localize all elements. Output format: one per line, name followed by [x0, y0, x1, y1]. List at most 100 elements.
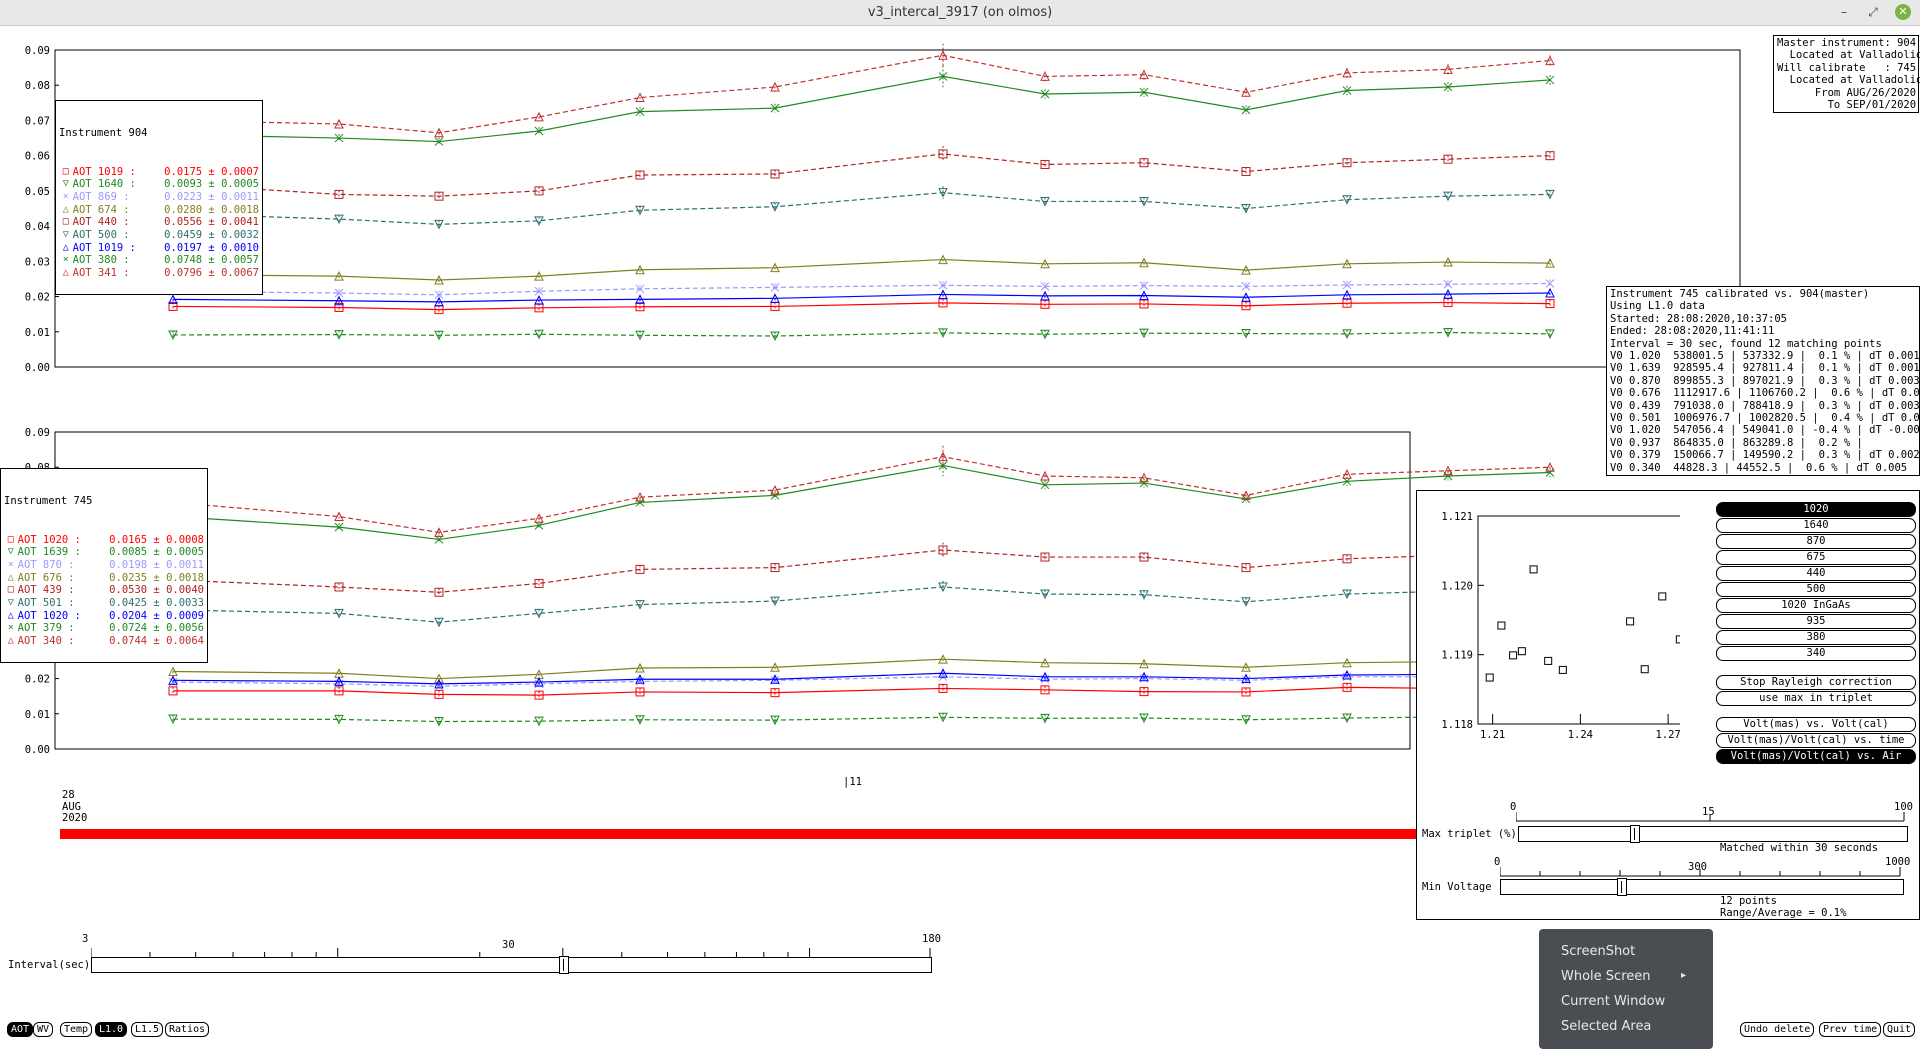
- option-button-stop-rayleigh-correction[interactable]: Stop Rayleigh correction: [1716, 675, 1916, 690]
- legend-label: AOT 1019 :: [72, 165, 136, 178]
- legend-entry: □ AOT 1020 : 0.0165 ± 0.0008: [4, 534, 204, 547]
- legend-value: 0.0223 ± 0.0011: [164, 190, 259, 203]
- interval-slider[interactable]: [91, 956, 932, 974]
- button-undo-delete[interactable]: Undo delete: [1740, 1022, 1815, 1037]
- maximize-button[interactable]: ⤢: [1865, 4, 1881, 20]
- scatter-y-tick-label: 1.118: [1441, 719, 1473, 731]
- calibration-info-line: V0 0.870 899855.3 | 897021.9 | 0.3 % | d…: [1610, 374, 1920, 387]
- series-aot-1639: [168, 712, 1555, 727]
- scatter-point[interactable]: [1509, 651, 1518, 660]
- y-tick-label: 0.00: [25, 362, 50, 374]
- legend-marker-icon: ▽: [7, 546, 14, 558]
- channel-button-340[interactable]: 340: [1716, 646, 1916, 661]
- menu-item-selected-area[interactable]: Selected Area: [1561, 1019, 1651, 1034]
- max-triplet-ticks: [1516, 812, 1905, 822]
- max-triplet-slider[interactable]: [1518, 825, 1908, 843]
- close-button[interactable]: ✕: [1895, 4, 1911, 20]
- calibration-info-line: Ended: 28:08:2020,11:41:11: [1610, 325, 1775, 338]
- y-tick-label: 0.02: [25, 292, 50, 304]
- plot-button-volt-mas-volt-cal-vs-air-mass[interactable]: Volt(mas)/Volt(cal) vs. Air Mass: [1716, 749, 1916, 775]
- legend-entry: × AOT 870 : 0.0198 ± 0.0011: [4, 559, 204, 572]
- option-button-use-max-in-triplet[interactable]: use max in triplet: [1716, 691, 1916, 706]
- legend-entry: △ AOT 676 : 0.0235 ± 0.0018: [4, 572, 204, 585]
- calibration-info-line: Using L1.0 data: [1610, 300, 1705, 313]
- legend-entry: ▽ AOT 1639 : 0.0085 ± 0.0005: [4, 546, 204, 559]
- legend-label: AOT 674 :: [72, 203, 130, 216]
- legend-value: 0.0748 ± 0.0057: [164, 254, 259, 267]
- scatter-point[interactable]: [1517, 647, 1526, 656]
- min-voltage-label: Min Voltage: [1422, 881, 1492, 893]
- legend-label: AOT 340 :: [17, 635, 75, 648]
- y-tick-label: 0.00: [25, 744, 50, 755]
- scatter-point[interactable]: [1544, 656, 1553, 665]
- scatter-x-tick-label: 1.24: [1568, 729, 1593, 740]
- scatter-point[interactable]: [1640, 665, 1649, 674]
- scatter-point[interactable]: [1558, 665, 1567, 674]
- channel-button-380[interactable]: 380: [1716, 630, 1916, 645]
- scatter-point[interactable]: [1658, 592, 1667, 601]
- calibration-info-line: V0 0.439 791038.0 | 788418.9 | 0.3 % | d…: [1610, 399, 1920, 412]
- button-prev-time[interactable]: Prev time: [1819, 1022, 1882, 1037]
- min-voltage-note-range: Range/Average = 0.1%: [1720, 907, 1847, 919]
- timeline-date: 28 AUG 2020: [62, 789, 87, 825]
- legend-marker-icon: ×: [62, 190, 69, 202]
- scatter-x-tick-label: 1.21: [1480, 729, 1505, 740]
- max-triplet-thumb[interactable]: [1630, 825, 1641, 843]
- series-line: [172, 456, 1551, 533]
- legend-value: 0.0204 ± 0.0009: [109, 609, 204, 622]
- channel-button-1020[interactable]: 1020: [1716, 502, 1916, 517]
- channel-button-500[interactable]: 500: [1716, 582, 1916, 597]
- legend-value: 0.0425 ± 0.0033: [109, 597, 204, 610]
- plot-button-volt-mas-volt-cal-vs-time[interactable]: Volt(mas)/Volt(cal) vs. time: [1716, 733, 1916, 748]
- legend-value: 0.0530 ± 0.0040: [109, 584, 204, 597]
- scatter-point[interactable]: [1626, 617, 1635, 626]
- minimize-button[interactable]: –: [1836, 4, 1852, 20]
- y-tick-label: 0.06: [25, 151, 50, 163]
- timeline-bar[interactable]: [60, 829, 1416, 839]
- interval-thumb[interactable]: [558, 956, 569, 974]
- tab-temp[interactable]: Temp: [60, 1022, 93, 1037]
- legend-marker-icon: ▽: [7, 597, 14, 609]
- min-voltage-thumb[interactable]: [1616, 878, 1627, 896]
- legend-label: AOT 501 :: [17, 597, 75, 610]
- master-info-line: To SEP/01/2020: [1777, 99, 1917, 112]
- legend-label: AOT 676 :: [17, 571, 75, 584]
- tab-l1-5[interactable]: L1.5: [131, 1022, 164, 1037]
- scatter-point[interactable]: [1529, 565, 1538, 574]
- scatter-point[interactable]: [1485, 673, 1494, 682]
- channel-button-870[interactable]: 870: [1716, 534, 1916, 549]
- scatter-y-tick-label: 1.121: [1441, 511, 1473, 523]
- scatter-point[interactable]: [1675, 635, 1680, 644]
- legend-title: Instrument 904: [59, 127, 148, 140]
- channel-button-935[interactable]: 935: [1716, 614, 1916, 629]
- legend-value: 0.0459 ± 0.0032: [164, 229, 259, 242]
- tab-wv[interactable]: WV: [33, 1022, 54, 1037]
- legend-entry: △ AOT 1020 : 0.0204 ± 0.0009: [4, 610, 204, 623]
- master-info-box: Master instrument: 904 Located at Vallad…: [1773, 35, 1920, 114]
- legend-marker-icon: △: [62, 203, 69, 215]
- button-quit[interactable]: Quit: [1883, 1022, 1916, 1037]
- max-triplet-note: Matched within 30 seconds: [1720, 842, 1879, 854]
- channel-button-1020-ingaas[interactable]: 1020 InGaAs: [1716, 598, 1916, 613]
- legend-marker-icon: △: [62, 267, 69, 279]
- scatter-point[interactable]: [1497, 621, 1506, 630]
- min-voltage-slider[interactable]: [1500, 878, 1904, 896]
- channel-button-1640[interactable]: 1640: [1716, 518, 1916, 533]
- legend-instrument-904: Instrument 904 □ AOT 1019 :0.0175 ± 0.000…: [55, 100, 263, 295]
- timeline-marker: |11: [843, 776, 862, 788]
- channel-button-440[interactable]: 440: [1716, 566, 1916, 581]
- legend-label: AOT 439 :: [17, 584, 75, 597]
- tab-aot[interactable]: AOT: [7, 1022, 34, 1037]
- tab-l1-0[interactable]: L1.0: [95, 1022, 128, 1037]
- menu-item-whole-screen[interactable]: Whole Screen: [1561, 969, 1650, 984]
- legend-marker-icon: △: [7, 571, 14, 583]
- window-title: v3_intercal_3917 (on olmos): [867, 5, 1053, 20]
- channel-button-675[interactable]: 675: [1716, 550, 1916, 565]
- calibration-info-line: V0 1.639 928595.4 | 927811.4 | 0.1 % | d…: [1610, 362, 1920, 375]
- menu-item-current-window[interactable]: Current Window: [1561, 994, 1665, 1009]
- plot-button-volt-mas-vs-volt-cal-[interactable]: Volt(mas) vs. Volt(cal): [1716, 717, 1916, 732]
- tab-ratios[interactable]: Ratios: [165, 1022, 210, 1037]
- legend-entry: □ AOT 439 : 0.0530 ± 0.0040: [4, 584, 204, 597]
- menu-item-screenshot[interactable]: ScreenShot: [1561, 944, 1635, 959]
- max-triplet-label: Max triplet (%): [1422, 828, 1517, 840]
